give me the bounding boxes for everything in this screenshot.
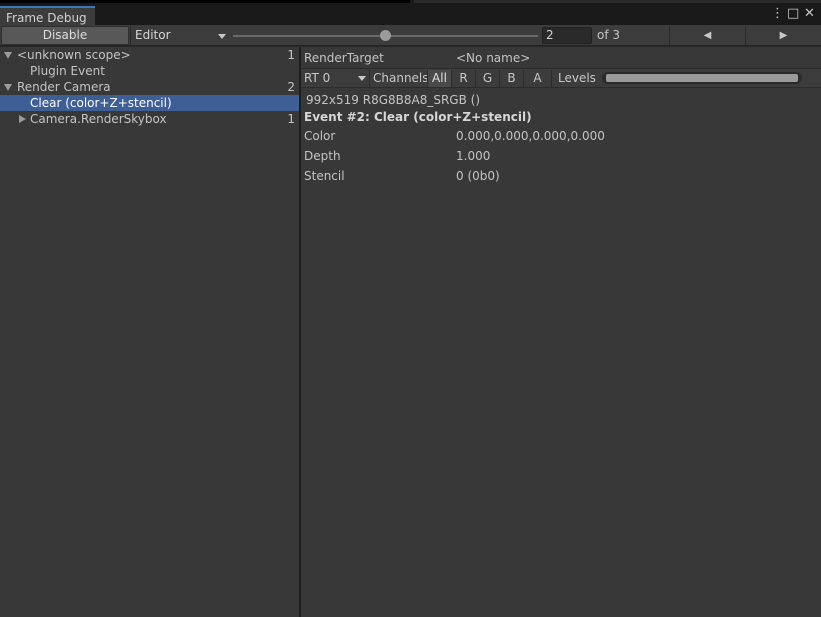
rt-dropdown[interactable]: RT 0 xyxy=(301,70,369,87)
tree-item-count: 1 xyxy=(287,48,295,62)
tree-item-label: Clear (color+Z+stencil) xyxy=(30,96,172,110)
render-target-value: <No name> xyxy=(456,51,531,65)
chevron-down-icon xyxy=(358,76,366,81)
channels-label: Channels xyxy=(369,70,429,87)
rt-dropdown-value: RT 0 xyxy=(304,71,331,85)
strip-dark-segment xyxy=(0,0,410,3)
tree-item-label: Camera.RenderSkybox xyxy=(30,112,167,126)
arrow-right-icon: ▶ xyxy=(779,30,788,41)
close-icon[interactable]: ✕ xyxy=(804,7,815,21)
target-dropdown-value: Editor xyxy=(135,28,171,42)
render-target-label: RenderTarget xyxy=(304,51,384,65)
prop-depth-name: Depth xyxy=(304,149,341,163)
disable-button[interactable]: Disable xyxy=(1,26,129,45)
maximize-icon[interactable]: □ xyxy=(787,7,799,21)
event-details-panel: RenderTarget <No name> RT 0 Channels All… xyxy=(301,47,821,617)
prop-stencil-name: Stencil xyxy=(304,169,345,183)
tree-item-count: 2 xyxy=(287,80,295,94)
channel-r-button[interactable]: R xyxy=(451,70,475,87)
tree-item-render-camera[interactable]: Render Camera 2 xyxy=(0,79,299,95)
next-event-button[interactable]: ▶ xyxy=(745,26,821,45)
levels-range-fill[interactable] xyxy=(606,74,798,82)
frame-slider-thumb[interactable] xyxy=(380,30,391,41)
event-tree-panel: <unknown scope> 1 Plugin Event Render Ca… xyxy=(0,47,299,617)
tree-item-clear[interactable]: Clear (color+Z+stencil) xyxy=(0,95,299,111)
tree-item-unknown-scope[interactable]: <unknown scope> 1 xyxy=(0,47,299,63)
expand-right-icon[interactable] xyxy=(19,115,26,123)
strip-gray-segment xyxy=(414,0,821,3)
levels-range-slider[interactable] xyxy=(602,72,802,84)
chevron-down-icon xyxy=(218,34,226,39)
texture-format: 992x519 R8G8B8A8_SRGB () xyxy=(306,93,481,107)
arrow-left-icon: ◀ xyxy=(703,30,712,41)
frame-total-label: of 3 xyxy=(597,28,621,42)
tree-item-label: Plugin Event xyxy=(30,64,105,78)
tree-item-label: Render Camera xyxy=(17,80,111,94)
channel-a-button[interactable]: A xyxy=(523,70,551,87)
expand-down-icon[interactable] xyxy=(4,52,12,59)
levels-label: Levels xyxy=(551,70,601,87)
previous-event-button[interactable]: ◀ xyxy=(669,26,745,45)
target-dropdown[interactable]: Editor xyxy=(130,26,229,45)
event-title: Event #2: Clear (color+Z+stencil) xyxy=(304,110,532,124)
prop-color-value: 0.000,0.000,0.000,0.000 xyxy=(456,129,605,143)
tree-item-count: 1 xyxy=(287,112,295,126)
prop-color-name: Color xyxy=(304,129,336,143)
more-options-icon[interactable]: ⋮ xyxy=(771,7,784,21)
tree-item-label: <unknown scope> xyxy=(17,48,131,62)
channel-g-button[interactable]: G xyxy=(475,70,499,87)
prop-stencil-value: 0 (0b0) xyxy=(456,169,500,183)
channel-all-button[interactable]: All xyxy=(427,70,451,87)
tree-item-camera-renderskybox[interactable]: Camera.RenderSkybox 1 xyxy=(0,111,299,127)
window-tab-bar: Frame Debug ⋮ □ ✕ xyxy=(0,5,821,26)
tree-item-plugin-event[interactable]: Plugin Event xyxy=(0,63,299,79)
tab-frame-debug[interactable]: Frame Debug xyxy=(0,6,95,26)
channel-b-button[interactable]: B xyxy=(499,70,523,87)
channels-toolbar: RT 0 Channels All R G B A Levels xyxy=(301,68,821,88)
expand-down-icon[interactable] xyxy=(4,84,12,91)
prop-depth-value: 1.000 xyxy=(456,149,491,163)
frame-number-input[interactable]: 2 xyxy=(542,27,592,44)
